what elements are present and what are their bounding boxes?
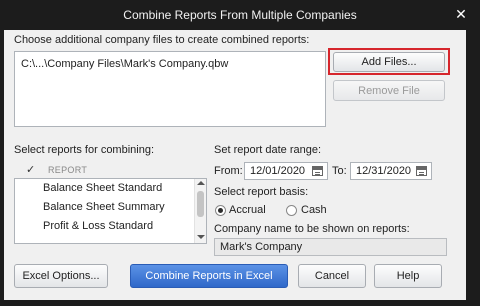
scroll-up-icon[interactable]	[197, 181, 205, 185]
from-date-value: 12/01/2020	[250, 165, 306, 177]
to-date-field[interactable]: 12/31/2020	[350, 162, 432, 180]
company-file-item[interactable]: C:\...\Company Files\Mark's Company.qbw	[21, 58, 228, 70]
from-date-field[interactable]: 12/01/2020	[244, 162, 328, 180]
cash-radio[interactable]	[286, 205, 297, 216]
report-column-title: REPORT	[48, 165, 88, 175]
help-label: Help	[396, 270, 420, 282]
calendar-icon[interactable]	[416, 166, 427, 176]
to-label: To:	[332, 165, 347, 177]
accrual-label[interactable]: Accrual	[229, 204, 266, 216]
check-column-icon: ✓	[26, 164, 36, 176]
cancel-button[interactable]: Cancel	[298, 264, 366, 288]
company-files-list[interactable]: C:\...\Company Files\Mark's Company.qbw	[14, 51, 326, 127]
remove-file-button[interactable]: Remove File	[333, 80, 445, 101]
dialog-title: Combine Reports From Multiple Companies	[123, 8, 357, 22]
reports-label: Select reports for combining:	[14, 144, 155, 156]
report-item[interactable]: Balance Sheet Summary	[43, 201, 165, 213]
calendar-icon[interactable]	[312, 166, 323, 176]
company-name-value: Mark's Company	[220, 241, 303, 253]
reports-list[interactable]: Balance Sheet Standard Balance Sheet Sum…	[14, 178, 207, 244]
company-name-label: Company name to be shown on reports:	[214, 223, 410, 235]
excel-options-label: Excel Options...	[22, 270, 100, 282]
report-item[interactable]: Balance Sheet Standard	[43, 182, 162, 194]
help-button[interactable]: Help	[374, 264, 442, 288]
combine-reports-label: Combine Reports in Excel	[145, 270, 273, 282]
reports-column-header: ✓ REPORT	[14, 163, 200, 177]
files-label: Choose additional company files to creat…	[14, 34, 310, 46]
title-bar[interactable]: Combine Reports From Multiple Companies …	[0, 0, 480, 30]
close-icon[interactable]: ✕	[454, 7, 468, 21]
remove-file-label: Remove File	[358, 84, 420, 97]
combine-reports-button[interactable]: Combine Reports in Excel	[130, 264, 288, 288]
cancel-label: Cancel	[314, 270, 350, 282]
from-label: From:	[214, 165, 243, 177]
reports-scrollbar[interactable]	[194, 179, 206, 243]
cash-label[interactable]: Cash	[301, 204, 327, 216]
scroll-thumb[interactable]	[197, 191, 204, 217]
basis-label: Select report basis:	[214, 186, 309, 198]
date-range-label: Set report date range:	[214, 144, 322, 156]
accrual-radio[interactable]	[215, 205, 226, 216]
company-name-field[interactable]: Mark's Company	[214, 238, 447, 256]
excel-options-button[interactable]: Excel Options...	[14, 264, 108, 288]
add-files-label: Add Files...	[361, 56, 417, 68]
dialog-body: Choose additional company files to creat…	[4, 30, 466, 300]
to-date-value: 12/31/2020	[356, 165, 412, 177]
scroll-down-icon[interactable]	[197, 235, 205, 239]
report-item[interactable]: Profit & Loss Standard	[43, 220, 153, 232]
add-files-button[interactable]: Add Files...	[333, 52, 445, 72]
dialog-window: Combine Reports From Multiple Companies …	[0, 0, 480, 306]
